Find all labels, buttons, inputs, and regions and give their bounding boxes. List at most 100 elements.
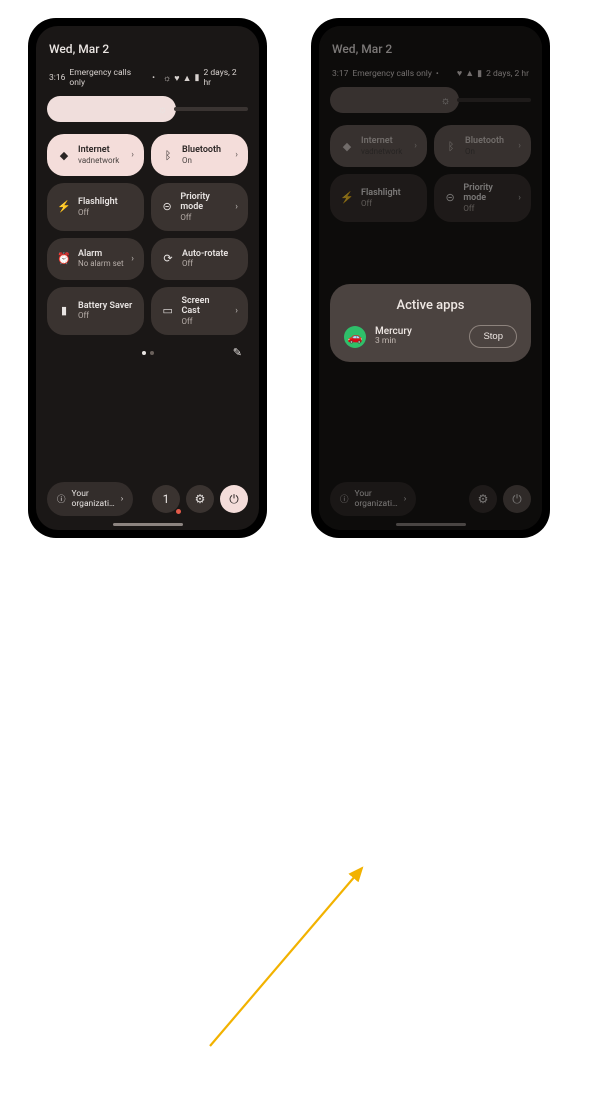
tile-priority-mode[interactable]: ⊝Priority modeOff› [434,174,531,222]
tile-screen-cast[interactable]: ▭ Screen CastOff › [151,287,248,335]
chevron-icon: › [131,150,134,160]
badge-count: 1 [163,492,170,506]
phone-right: Wed, Mar 2 3:17 Emergency calls only • ♥… [311,18,550,538]
tile-internet[interactable]: ◆Internetvadnetwork› [47,134,144,176]
battery-icon: ▮ [477,69,482,79]
info-icon: ⓘ [57,493,66,505]
tile-battery-saver[interactable]: ▮ Battery SaverOff [47,287,144,335]
bt-icon: ᛒ [444,139,458,153]
time-label: 3:16 [49,73,65,83]
screen-right: Wed, Mar 2 3:17 Emergency calls only • ♥… [319,26,542,530]
tile-label: Internet [78,145,119,155]
org-info-pill[interactable]: ⓘ Your organizati… › [47,482,133,516]
tile-label: Screen Cast [181,296,228,317]
tile-label: Priority mode [180,192,228,213]
annotation-arrow [0,556,600,1114]
tile-label: Battery Saver [78,301,132,311]
chevron-icon: › [131,254,134,264]
pager-row: ✎ [47,345,248,361]
bottom-bar: ⓘ Your organizati… › ⚙ ⏻ [330,482,531,516]
org-text: Your organizati… [72,489,115,509]
tile-sub: Off [78,208,118,217]
alarm-icon: ⏰ [57,252,71,266]
bottom-bar: ⓘ Your organizati… › 1 ⚙ ⏻ [47,482,248,516]
tile-flashlight[interactable]: ⚡ FlashlightOff [47,183,144,231]
active-apps-button[interactable]: 1 [152,485,180,513]
tile-label: Auto-rotate [182,249,228,259]
tile-label: Priority mode [463,183,511,204]
emergency-label: Emergency calls only [69,68,148,88]
tile-sub: No alarm set [78,259,124,268]
battery-text: 2 days, 2 hr [204,68,247,88]
priority-icon: ⊝ [161,200,173,214]
signal-icon: ▲ [465,68,474,79]
power-button[interactable]: ⏻ [503,485,531,513]
car-icon: 🚗 [348,330,363,344]
tile-sub: On [182,156,221,165]
priority-icon: ⊝ [444,191,456,205]
tile-label: Flashlight [78,197,118,207]
tile-sub: Off [181,317,228,326]
tile-flashlight[interactable]: ⚡FlashlightOff [330,174,427,222]
power-icon: ⏻ [512,492,522,507]
power-button[interactable]: ⏻ [220,485,248,513]
tile-auto-rotate[interactable]: ⟳Auto-rotateOff [151,238,248,280]
flash-icon: ⚡ [340,191,354,205]
tile-sub: Off [180,213,228,222]
wifi-icon: ◆ [57,148,71,162]
emergency-label: Emergency calls only [352,69,431,79]
screen-left: Wed, Mar 2 3:16 Emergency calls only • ☼… [36,26,259,530]
tile-label: Bluetooth [465,136,504,146]
gear-icon: ⚙ [478,492,489,506]
status-icons: ♥ ▲ ▮ [457,68,482,79]
quick-tiles-grid: ◆Internetvadnetwork›ᛒBluetoothOn›⚡Flashl… [47,134,248,335]
chevron-icon: › [121,494,124,504]
brightness-slider[interactable]: ☼ [330,87,531,113]
active-apps-panel: Active apps 🚗 Mercury 3 min Stop [330,284,531,362]
org-info-pill[interactable]: ⓘ Your organizati… › [330,482,416,516]
settings-button[interactable]: ⚙ [469,485,497,513]
edit-icon[interactable]: ✎ [233,346,242,359]
tile-alarm[interactable]: ⏰ AlarmNo alarm set › [47,238,144,280]
tile-sub: Off [463,204,511,213]
chevron-icon: › [235,150,238,160]
tile-internet[interactable]: ◆Internetvadnetwork› [330,125,427,167]
active-app-row[interactable]: 🚗 Mercury 3 min Stop [344,325,517,348]
tile-sub: Off [361,199,401,208]
heart-icon: ♥ [174,73,179,84]
tile-priority-mode[interactable]: ⊝ Priority modeOff › [151,183,248,231]
date-label: Wed, Mar 2 [332,42,529,56]
status-dot: • [436,69,439,79]
active-apps-title: Active apps [344,298,517,313]
tile-sub: Off [78,311,132,320]
chevron-icon: › [235,202,238,212]
tile-bluetooth[interactable]: ᛒBluetoothOn› [151,134,248,176]
cast-icon: ▭ [161,304,174,318]
status-bar: 3:17 Emergency calls only • ♥ ▲ ▮ 2 days… [332,68,529,79]
tile-label: Alarm [78,249,124,259]
battery-text: 2 days, 2 hr [486,69,529,79]
brightness-slider[interactable]: ☼ [47,96,248,122]
stop-button[interactable]: Stop [469,325,517,348]
settings-button[interactable]: ⚙ [186,485,214,513]
home-indicator[interactable] [396,523,466,526]
phone-left: Wed, Mar 2 3:16 Emergency calls only • ☼… [28,18,267,538]
tile-sub: vadnetwork [361,147,402,156]
wifi-icon: ◆ [340,139,354,153]
chevron-icon: › [235,306,238,316]
brightness-icon: ☼ [439,93,453,107]
org-text: Your organizati… [355,489,398,509]
app-time: 3 min [375,337,412,347]
app-icon: 🚗 [344,326,366,348]
notification-dot [176,509,181,514]
home-indicator[interactable] [113,523,183,526]
tile-sub: Off [182,259,228,268]
tile-bluetooth[interactable]: ᛒBluetoothOn› [434,125,531,167]
date-label: Wed, Mar 2 [49,42,246,56]
battery-icon: ▮ [57,304,71,318]
status-dot: • [152,73,155,83]
flash-icon: ⚡ [57,200,71,214]
status-icons: ☼ ♥ ▲ ▮ [163,73,199,84]
time-label: 3:17 [332,69,348,79]
chevron-icon: › [414,141,417,151]
